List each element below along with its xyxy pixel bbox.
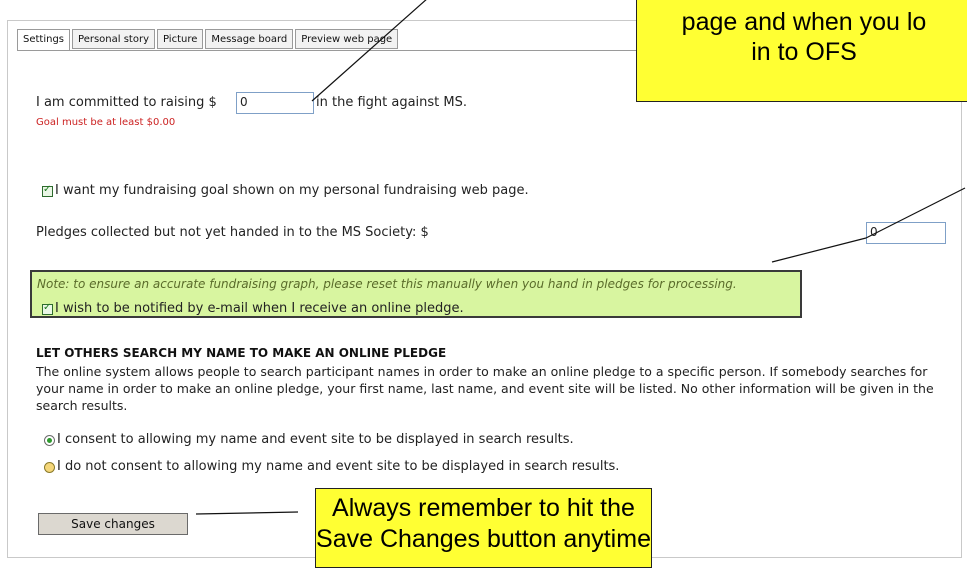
- callout-bottom-line1: Always remember to hit the: [332, 494, 635, 522]
- callout-bottom-note: Always remember to hit the Save Changes …: [315, 488, 652, 568]
- callout-top-line2: in to OFS: [751, 38, 857, 66]
- callout-top-note: page and when you lo in to OFS: [636, 0, 967, 102]
- callout-top-line1: page and when you lo: [681, 8, 927, 36]
- callout-bottom-line2: Save Changes button anytime: [316, 525, 651, 553]
